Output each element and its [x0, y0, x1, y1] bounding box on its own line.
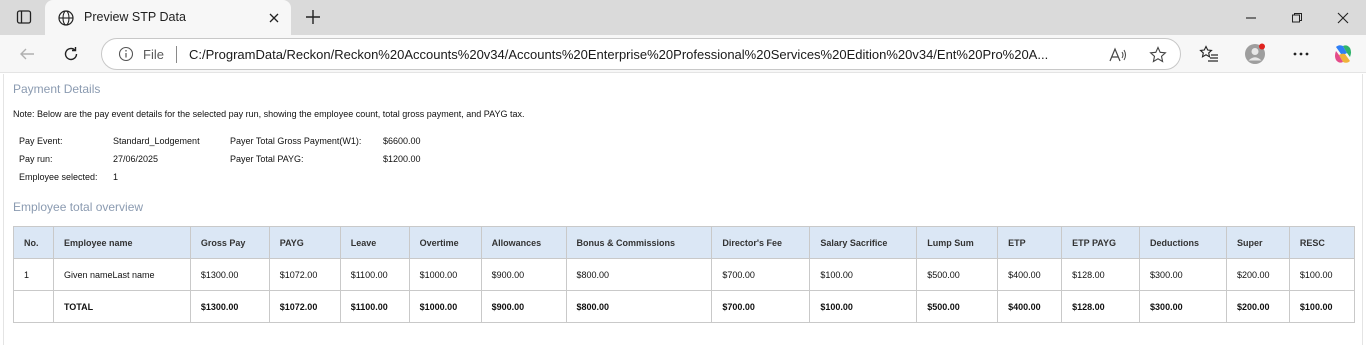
column-header: Super [1225, 226, 1290, 259]
table-cell: $100.00 [1288, 290, 1356, 323]
pay-run-label: Pay run: [19, 154, 53, 164]
table-cell: $1072.00 [268, 258, 341, 291]
column-header: Director's Fee [711, 226, 811, 259]
profile-avatar-icon[interactable] [1244, 43, 1266, 65]
table-cell: $1100.00 [339, 290, 410, 323]
table-cell: $200.00 [1225, 290, 1290, 323]
pay-event-value: Standard_Lodgement [113, 136, 200, 146]
table-cell: $100.00 [809, 290, 918, 323]
employee-overview-table: No. Employee name Gross Pay PAYG Leave O… [13, 226, 1356, 323]
payg-label: Payer Total PAYG: [230, 154, 304, 164]
table-cell: $500.00 [916, 290, 999, 323]
payment-note: Note: Below are the pay event details fo… [13, 109, 525, 119]
restore-icon[interactable] [1287, 8, 1307, 28]
read-aloud-icon[interactable] [1108, 45, 1128, 65]
table-cell [13, 290, 54, 323]
address-url[interactable]: C:/ProgramData/Reckon/Reckon%20Accounts%… [189, 47, 1089, 62]
table-cell: $800.00 [565, 258, 713, 291]
favorite-star-icon[interactable] [1148, 45, 1168, 65]
column-header: Salary Sacrifice [809, 226, 918, 259]
window-close-icon[interactable] [1333, 8, 1353, 28]
table-cell: $1300.00 [189, 258, 270, 291]
table-cell: $1000.00 [408, 258, 482, 291]
column-header: ETP PAYG [1061, 226, 1141, 259]
plus-icon[interactable] [302, 6, 324, 28]
address-bar[interactable]: File C:/ProgramData/Reckon/Reckon%20Acco… [101, 38, 1181, 70]
column-header: Overtime [408, 226, 482, 259]
column-header: PAYG [268, 226, 341, 259]
info-icon[interactable] [118, 46, 134, 62]
column-header: Gross Pay [189, 226, 270, 259]
browser-toolbar: File C:/ProgramData/Reckon/Reckon%20Acco… [0, 35, 1366, 73]
more-icon[interactable] [1290, 43, 1312, 65]
column-header: Bonus & Commissions [565, 226, 713, 259]
browser-title-bar: Preview STP Data [0, 0, 1366, 35]
refresh-icon[interactable] [60, 43, 82, 65]
table-row: 1 Given nameLast name $1300.00 $1072.00 … [13, 258, 1356, 291]
address-scheme-label: File [143, 47, 164, 62]
column-header: RESC [1288, 226, 1356, 259]
column-header: Lump Sum [916, 226, 999, 259]
table-cell: $1000.00 [408, 290, 482, 323]
employee-selected-value: 1 [113, 172, 119, 182]
gross-payment-value: $6600.00 [383, 136, 421, 146]
table-cell: $400.00 [997, 258, 1063, 291]
page-content: Payment Details Note: Below are the pay … [3, 74, 1363, 345]
column-header: Allowances [480, 226, 567, 259]
copilot-icon[interactable] [1332, 43, 1354, 65]
payment-details-title: Payment Details [13, 82, 101, 96]
table-cell: $700.00 [711, 258, 811, 291]
table-cell: $1100.00 [339, 258, 410, 291]
pay-event-label: Pay Event: [19, 136, 63, 146]
minimize-icon[interactable] [1241, 8, 1261, 28]
table-cell: $900.00 [480, 290, 567, 323]
column-header: No. [13, 226, 54, 259]
table-cell: $900.00 [480, 258, 567, 291]
column-header: Deductions [1139, 226, 1227, 259]
table-cell: $300.00 [1139, 258, 1227, 291]
address-separator [176, 46, 177, 63]
table-cell: $400.00 [997, 290, 1063, 323]
pay-run-value: 27/06/2025 [113, 154, 159, 164]
browser-tab[interactable]: Preview STP Data [45, 0, 291, 35]
table-total-row: TOTAL $1300.00 $1072.00 $1100.00 $1000.0… [13, 290, 1356, 323]
table-cell: $100.00 [809, 258, 918, 291]
back-arrow-icon[interactable] [16, 43, 38, 65]
column-header: Leave [339, 226, 410, 259]
close-icon[interactable] [265, 9, 283, 27]
tab-actions-icon[interactable] [8, 2, 40, 32]
table-cell: $128.00 [1061, 258, 1141, 291]
table-cell: $1300.00 [189, 290, 270, 323]
favorites-list-icon[interactable] [1198, 43, 1220, 65]
table-cell: $500.00 [916, 258, 999, 291]
table-cell: $100.00 [1288, 258, 1356, 291]
tab-title: Preview STP Data [84, 10, 186, 24]
column-header: Employee name [52, 226, 191, 259]
globe-icon [57, 9, 75, 27]
table-cell: $300.00 [1139, 290, 1227, 323]
gross-payment-label: Payer Total Gross Payment(W1): [230, 136, 362, 146]
table-cell: $128.00 [1061, 290, 1141, 323]
table-cell: $1072.00 [268, 290, 341, 323]
table-cell: 1 [13, 258, 54, 291]
table-cell: TOTAL [52, 290, 191, 323]
employee-overview-title: Employee total overview [13, 200, 144, 214]
employee-selected-label: Employee selected: [19, 172, 98, 182]
column-header: ETP [997, 226, 1063, 259]
table-header-row: No. Employee name Gross Pay PAYG Leave O… [13, 226, 1356, 259]
table-cell: Given nameLast name [52, 258, 191, 291]
table-cell: $700.00 [711, 290, 811, 323]
table-cell: $200.00 [1225, 258, 1290, 291]
table-cell: $800.00 [565, 290, 713, 323]
payg-value: $1200.00 [383, 154, 421, 164]
